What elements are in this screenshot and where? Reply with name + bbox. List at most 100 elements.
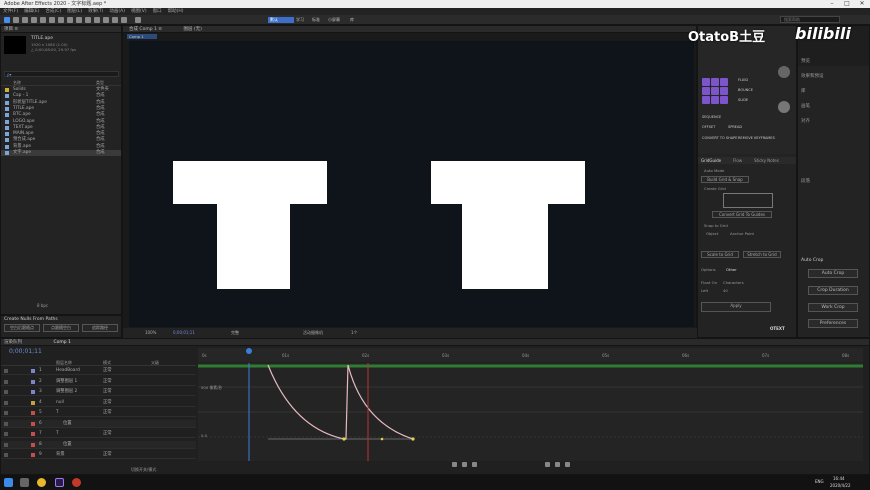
trace-path-button[interactable]: 追踪路径 <box>82 324 118 332</box>
timeline-layer-row[interactable]: 1 HeadBoard 正常 <box>1 367 196 375</box>
comp-panel-title[interactable]: 合成 Comp 1 ≡ <box>129 27 162 32</box>
layer-name[interactable]: HeadBoard <box>56 367 80 375</box>
timeline-layer-row[interactable]: 5 T 正常 <box>1 409 196 417</box>
maximize-button[interactable]: □ <box>843 0 851 8</box>
menu-composition[interactable]: 合成(C) <box>45 8 61 15</box>
ease-in-icon[interactable] <box>555 462 560 467</box>
bpc-indicator[interactable]: 8 bpc <box>37 303 48 308</box>
project-item[interactable]: LOGO.ape 合成 <box>1 119 121 125</box>
stamp-tool-icon[interactable] <box>94 17 100 23</box>
layer-mode-select[interactable]: 正常 <box>103 378 112 386</box>
effects-presets-panel-item[interactable]: 效果和预设 <box>801 73 824 79</box>
preview-panel-item[interactable]: 预览 <box>801 58 810 64</box>
project-item[interactable]: 背景.ape 合成 <box>1 144 121 150</box>
views-select[interactable]: 1个 <box>351 328 358 338</box>
graph-options-icon[interactable] <box>462 462 467 467</box>
visibility-eye-icon[interactable] <box>4 390 8 394</box>
visibility-eye-icon[interactable] <box>4 400 8 405</box>
crop-duration-button[interactable]: Crop Duration <box>808 286 858 295</box>
tab-standard[interactable]: 标准 <box>312 17 320 23</box>
anchor-point-radio[interactable]: Anchor Point <box>730 231 754 236</box>
label-color-icon[interactable] <box>31 442 35 447</box>
visibility-eye-icon[interactable] <box>4 411 8 415</box>
tab-flow[interactable]: Flow <box>733 157 742 164</box>
text-tool-icon[interactable] <box>76 17 82 23</box>
auto-mode-checkbox[interactable]: Auto Mode <box>704 168 724 173</box>
project-item[interactable]: Solids 文件夹 <box>1 87 121 93</box>
ease-out-icon[interactable] <box>565 462 570 467</box>
layer-mode-select[interactable]: 正常 <box>103 430 112 438</box>
libraries-panel-item[interactable]: 库 <box>801 88 806 94</box>
apply-button[interactable]: Apply <box>701 302 771 312</box>
paragraph-panel-item[interactable]: 段落 <box>801 178 810 184</box>
help-search-input[interactable]: 搜索帮助 <box>780 16 840 23</box>
timeline-layer-row[interactable]: 3 调整图层 2 正常 <box>1 388 196 396</box>
text-options-tab[interactable]: Options <box>701 267 716 272</box>
left-value[interactable]: 40 <box>723 288 728 293</box>
camera-tool-icon[interactable] <box>40 17 46 23</box>
rotate-tool-icon[interactable] <box>31 17 37 23</box>
layer-name[interactable]: 调整图层 1 <box>56 378 77 386</box>
pen-tool-icon[interactable] <box>67 17 73 23</box>
project-item[interactable]: Cap - 1 合成 <box>1 93 121 99</box>
motion-knob-icon[interactable] <box>778 66 790 78</box>
layer-mode-select[interactable]: 正常 <box>103 388 112 396</box>
visibility-eye-icon[interactable] <box>4 432 8 436</box>
timeline-timecode[interactable]: 0;00;01;11 <box>9 348 42 355</box>
work-crop-button[interactable]: Work Crop <box>808 303 858 312</box>
preferences-button[interactable]: Preferences <box>808 319 858 328</box>
menu-effect[interactable]: 效果(T) <box>88 8 103 15</box>
stretch-to-grid-button[interactable]: Stretch to Grid <box>743 251 781 258</box>
layer-mode-select[interactable]: 正常 <box>103 409 112 417</box>
project-item[interactable]: 形状层TITLE.ape 合成 <box>1 100 121 106</box>
label-color-icon[interactable] <box>31 411 35 415</box>
zoom-tool-icon[interactable] <box>22 17 28 23</box>
keyframe-point[interactable] <box>342 437 346 441</box>
layer-panel-title[interactable]: 图层 (无) <box>184 27 202 32</box>
timeline-layer-row[interactable]: 7 T 正常 <box>1 430 196 438</box>
project-search-input[interactable]: ρ▾ <box>4 71 119 77</box>
ease-preset-4[interactable] <box>702 87 710 95</box>
clock-date[interactable]: 2020/4/22 <box>830 483 851 488</box>
layer-name[interactable]: T <box>56 409 59 417</box>
keyframe-point[interactable] <box>411 437 415 441</box>
eraser-tool-icon[interactable] <box>103 17 109 23</box>
layer-mode-select[interactable]: 正常 <box>103 451 112 459</box>
project-col-type[interactable]: 类型 <box>96 79 104 86</box>
convert-to-shape-button[interactable]: CONVERT TO SHAPE <box>702 136 737 140</box>
comp-timecode[interactable]: 0;00;01;11 <box>173 328 195 338</box>
menu-file[interactable]: 文件(F) <box>3 8 18 15</box>
ease-preset-6[interactable] <box>720 87 728 95</box>
tab-small-screen[interactable]: 小屏幕 <box>328 17 340 23</box>
after-effects-icon[interactable] <box>55 478 64 487</box>
minimize-button[interactable]: – <box>828 0 836 8</box>
label-color-icon[interactable] <box>31 432 35 436</box>
label-color-icon[interactable] <box>31 453 35 457</box>
brush-tool-icon[interactable] <box>85 17 91 23</box>
null-follow-points-button[interactable]: 点跟随空白 <box>43 324 79 332</box>
graph-editor[interactable]: 500 像素/秒 0.0 <box>198 363 863 461</box>
layer-mode-select[interactable]: 正常 <box>103 367 112 375</box>
timeline-comp-tab[interactable]: Comp 1 <box>53 340 70 345</box>
roto-tool-icon[interactable] <box>112 17 118 23</box>
points-follow-null-button[interactable]: 空白后跟随点 <box>4 324 40 332</box>
menu-layer[interactable]: 图层(L) <box>67 8 82 15</box>
label-color-icon[interactable] <box>31 369 35 373</box>
keyframe-point[interactable] <box>380 437 384 441</box>
tab-default[interactable]: 默认 <box>268 17 294 23</box>
layer-name[interactable]: 位置 <box>63 420 72 428</box>
layer-name[interactable]: null <box>56 399 64 407</box>
clock-time[interactable]: 16:44 <box>833 476 845 481</box>
language-indicator[interactable]: ENG <box>815 479 824 484</box>
layer-name[interactable]: 位置 <box>63 441 72 449</box>
parent-col[interactable]: 父级 <box>151 359 159 366</box>
label-color-icon[interactable] <box>31 379 35 384</box>
tab-libraries[interactable]: 库 <box>350 17 354 23</box>
visibility-eye-icon[interactable] <box>4 379 8 384</box>
project-item[interactable]: TITLE.ape 合成 <box>1 106 121 112</box>
project-item[interactable]: 预合成.ape 合成 <box>1 137 121 143</box>
time-ruler[interactable]: 0s 01s 02s 03s 04s 05s 06s 07s 08s <box>198 348 863 362</box>
scale-to-grid-button[interactable]: Scale to Grid <box>701 251 739 258</box>
tab-sticky-notes[interactable]: Sticky Notes <box>754 157 779 164</box>
menu-help[interactable]: 帮助(H) <box>168 8 184 15</box>
